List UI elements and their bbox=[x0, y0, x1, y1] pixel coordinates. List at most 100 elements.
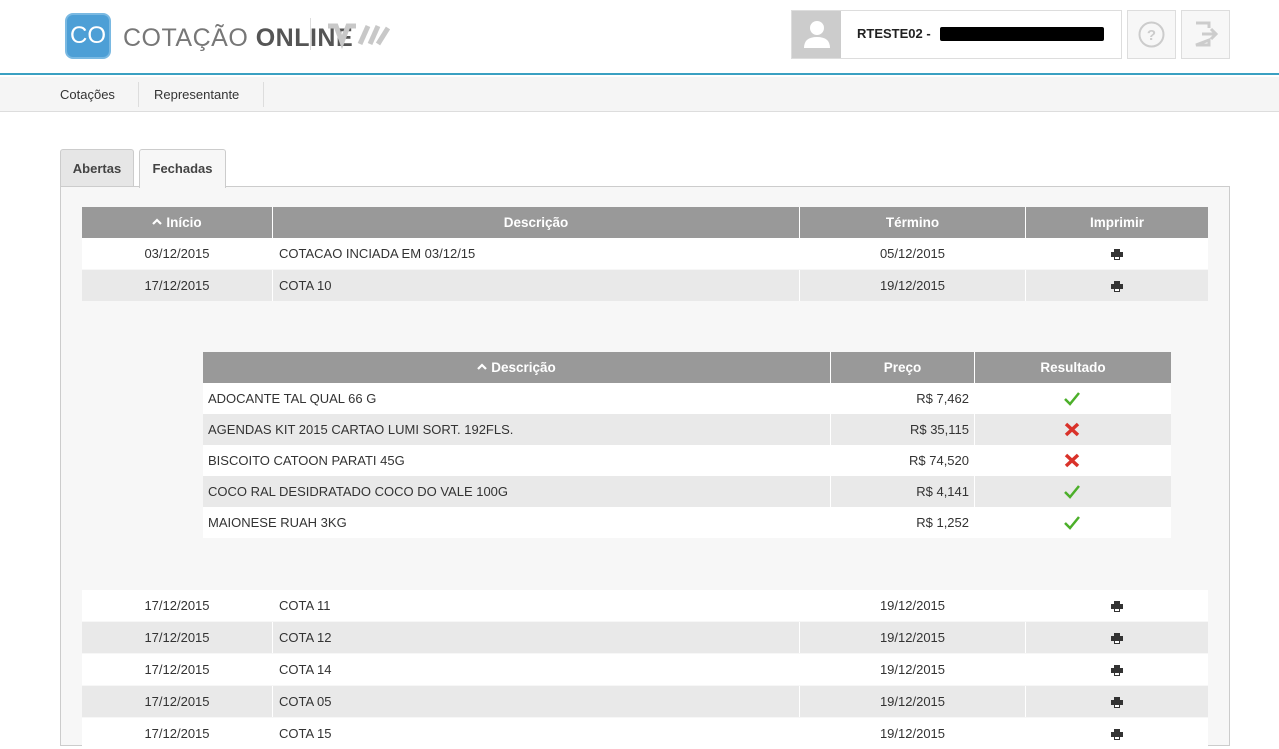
tab-fechadas[interactable]: Fechadas bbox=[139, 149, 226, 188]
user-icon bbox=[804, 21, 830, 48]
item-resultado bbox=[975, 476, 1171, 507]
cross-icon bbox=[1064, 453, 1080, 468]
logo-text: COTAÇÃO ONLINE bbox=[123, 24, 353, 53]
cell-imprimir bbox=[1026, 238, 1208, 269]
item-resultado bbox=[975, 507, 1171, 538]
item-resultado bbox=[975, 445, 1171, 476]
nav-item-representante[interactable]: Representante bbox=[154, 82, 239, 107]
items-table-header: Descrição Preço Resultado bbox=[203, 352, 1171, 383]
table-row[interactable]: 17/12/2015 COTA 15 19/12/2015 bbox=[82, 718, 1208, 749]
item-row: AGENDAS KIT 2015 CARTAO LUMI SORT. 192FL… bbox=[203, 414, 1171, 445]
cell-inicio: 17/12/2015 bbox=[82, 654, 273, 685]
check-icon bbox=[1064, 516, 1080, 530]
printer-icon[interactable] bbox=[1111, 697, 1123, 708]
check-icon bbox=[1064, 392, 1080, 406]
nav-divider bbox=[263, 82, 264, 107]
item-row: BISCOITO CATOON PARATI 45G R$ 74,520 bbox=[203, 445, 1171, 476]
logout-button[interactable] bbox=[1181, 10, 1230, 59]
item-preco: R$ 74,520 bbox=[831, 445, 975, 476]
check-icon bbox=[1064, 485, 1080, 499]
cell-termino: 19/12/2015 bbox=[800, 270, 1026, 301]
item-row: MAIONESE RUAH 3KG R$ 1,252 bbox=[203, 507, 1171, 538]
tab-abertas[interactable]: Abertas bbox=[60, 149, 134, 187]
brand-mark-icon bbox=[328, 23, 390, 50]
cell-descricao: COTACAO INCIADA EM 03/12/15 bbox=[273, 238, 800, 269]
svg-text:?: ? bbox=[1147, 27, 1156, 44]
help-button[interactable]: ? bbox=[1127, 10, 1176, 59]
cell-imprimir bbox=[1026, 654, 1208, 685]
cell-descricao: COTA 05 bbox=[273, 686, 800, 717]
printer-icon[interactable] bbox=[1111, 665, 1123, 676]
cell-inicio: 17/12/2015 bbox=[82, 718, 273, 749]
help-icon: ? bbox=[1138, 21, 1165, 48]
logo-badge: CO bbox=[65, 13, 111, 59]
item-preco: R$ 1,252 bbox=[831, 507, 975, 538]
cell-imprimir bbox=[1026, 718, 1208, 749]
cell-descricao: COTA 12 bbox=[273, 622, 800, 653]
cell-termino: 19/12/2015 bbox=[800, 622, 1026, 653]
cell-termino: 05/12/2015 bbox=[800, 238, 1026, 269]
printer-icon[interactable] bbox=[1111, 281, 1123, 292]
table-row[interactable]: 17/12/2015 COTA 05 19/12/2015 bbox=[82, 686, 1208, 717]
sort-up-icon bbox=[152, 218, 163, 226]
nav-divider bbox=[138, 82, 139, 107]
user-box[interactable]: RTESTE02 - bbox=[791, 10, 1122, 59]
col-header-label: Início bbox=[166, 215, 202, 230]
col-header-inicio[interactable]: Início bbox=[82, 207, 273, 238]
col-header-resultado[interactable]: Resultado bbox=[975, 352, 1171, 383]
cell-descricao: COTA 14 bbox=[273, 654, 800, 685]
col-header-termino[interactable]: Término bbox=[800, 207, 1026, 238]
logout-icon bbox=[1195, 21, 1219, 47]
nav-item-cotacoes[interactable]: Cotações bbox=[60, 82, 115, 107]
cell-inicio: 17/12/2015 bbox=[82, 686, 273, 717]
col-header-descricao[interactable]: Descrição bbox=[273, 207, 800, 238]
table-row[interactable]: 17/12/2015 COTA 14 19/12/2015 bbox=[82, 654, 1208, 685]
col-header-preco[interactable]: Preço bbox=[831, 352, 975, 383]
cell-inicio: 17/12/2015 bbox=[82, 622, 273, 653]
sort-up-icon bbox=[477, 363, 487, 371]
col-header-item-descricao[interactable]: Descrição bbox=[203, 352, 831, 383]
cell-descricao: COTA 15 bbox=[273, 718, 800, 749]
quotes-table-header: Início Descrição Término Imprimir bbox=[82, 207, 1208, 238]
printer-icon[interactable] bbox=[1111, 601, 1123, 612]
item-descricao: COCO RAL DESIDRATADO COCO DO VALE 100G bbox=[203, 476, 831, 507]
cell-imprimir bbox=[1026, 590, 1208, 621]
item-resultado bbox=[975, 383, 1171, 414]
item-row: ADOCANTE TAL QUAL 66 G R$ 7,462 bbox=[203, 383, 1171, 414]
item-row: COCO RAL DESIDRATADO COCO DO VALE 100G R… bbox=[203, 476, 1171, 507]
cell-termino: 19/12/2015 bbox=[800, 718, 1026, 749]
cell-inicio: 03/12/2015 bbox=[82, 238, 273, 269]
table-row[interactable]: 17/12/2015 COTA 11 19/12/2015 bbox=[82, 590, 1208, 621]
col-header-label: Descrição bbox=[491, 360, 556, 375]
cell-descricao: COTA 10 bbox=[273, 270, 800, 301]
cell-inicio: 17/12/2015 bbox=[82, 590, 273, 621]
avatar bbox=[792, 11, 841, 58]
item-descricao: AGENDAS KIT 2015 CARTAO LUMI SORT. 192FL… bbox=[203, 414, 831, 445]
main-nav: Cotações Representante bbox=[0, 77, 1279, 112]
cell-termino: 19/12/2015 bbox=[800, 590, 1026, 621]
cell-descricao: COTA 11 bbox=[273, 590, 800, 621]
cross-icon bbox=[1064, 422, 1080, 437]
col-header-imprimir: Imprimir bbox=[1089, 215, 1144, 230]
item-preco: R$ 4,141 bbox=[831, 476, 975, 507]
printer-icon[interactable] bbox=[1111, 249, 1123, 260]
logo-divider bbox=[310, 18, 311, 50]
table-row[interactable]: 17/12/2015 COTA 10 19/12/2015 bbox=[82, 270, 1208, 301]
printer-icon[interactable] bbox=[1111, 633, 1123, 644]
table-row[interactable]: 17/12/2015 COTA 12 19/12/2015 bbox=[82, 622, 1208, 653]
table-row[interactable]: 03/12/2015 COTACAO INCIADA EM 03/12/15 0… bbox=[82, 238, 1208, 269]
app-header: CO COTAÇÃO ONLINE RTESTE02 - ? bbox=[0, 0, 1279, 75]
redacted-name bbox=[940, 27, 1104, 41]
item-descricao: BISCOITO CATOON PARATI 45G bbox=[203, 445, 831, 476]
item-descricao: MAIONESE RUAH 3KG bbox=[203, 507, 831, 538]
cell-imprimir bbox=[1026, 270, 1208, 301]
cell-imprimir bbox=[1026, 686, 1208, 717]
cell-termino: 19/12/2015 bbox=[800, 654, 1026, 685]
user-name: RTESTE02 - bbox=[857, 26, 931, 41]
item-preco: R$ 7,462 bbox=[831, 383, 975, 414]
item-resultado bbox=[975, 414, 1171, 445]
logo-text-light: COTAÇÃO bbox=[123, 24, 249, 52]
cell-imprimir bbox=[1026, 622, 1208, 653]
item-descricao: ADOCANTE TAL QUAL 66 G bbox=[203, 383, 831, 414]
cell-termino: 19/12/2015 bbox=[800, 686, 1026, 717]
